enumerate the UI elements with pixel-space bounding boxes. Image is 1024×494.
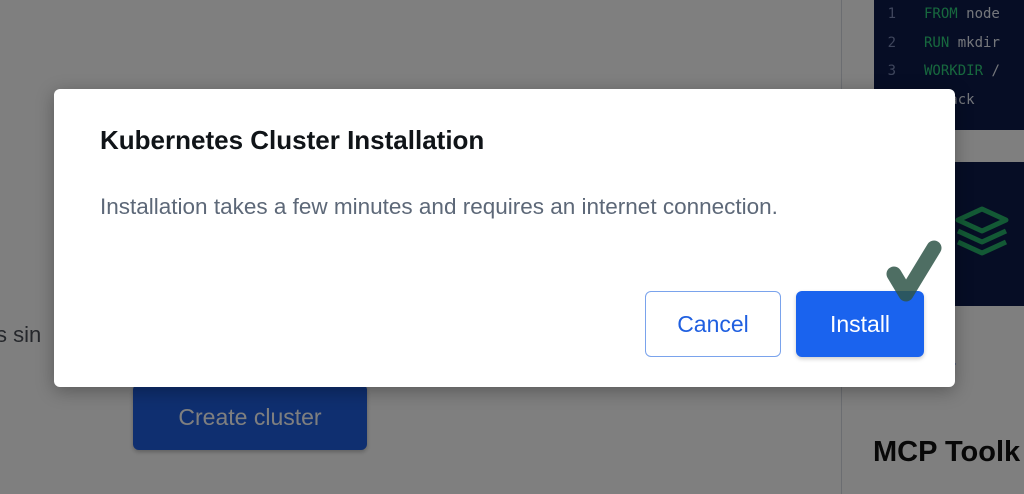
dialog-message: Installation takes a few minutes and req… — [100, 194, 778, 219]
dialog-title: Kubernetes Cluster Installation — [100, 125, 485, 155]
checkmark-cursor-icon — [882, 238, 948, 317]
install-dialog: Kubernetes Cluster Installation Installa… — [54, 89, 955, 387]
cancel-button[interactable]: Cancel — [645, 291, 781, 357]
